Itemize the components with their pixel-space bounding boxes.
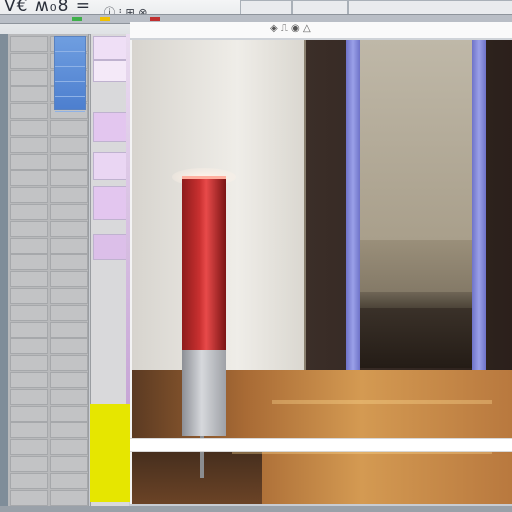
image-viewport[interactable] xyxy=(130,40,512,504)
scene-room xyxy=(354,40,474,240)
sheet-cell[interactable] xyxy=(10,136,48,153)
sheet-cell[interactable] xyxy=(10,220,48,237)
floor-plank-line xyxy=(272,400,492,404)
sheet-cell[interactable] xyxy=(10,69,48,86)
red-marker-icon xyxy=(150,17,160,21)
sheet-cell[interactable] xyxy=(50,120,88,136)
sheet-cell[interactable] xyxy=(10,439,48,456)
sheet-cell[interactable] xyxy=(50,472,88,489)
sheet-cell[interactable] xyxy=(10,288,48,304)
lamp-silver-base xyxy=(182,350,226,436)
scene-bench xyxy=(354,292,474,308)
sheet-cell[interactable] xyxy=(10,372,48,388)
sheet-cell[interactable] xyxy=(50,338,88,355)
sheet-cell[interactable] xyxy=(10,52,48,69)
sheet-cell[interactable] xyxy=(10,254,48,271)
sheet-cell[interactable] xyxy=(10,472,48,489)
selected-blue-cells[interactable] xyxy=(54,36,86,112)
sheet-cell[interactable] xyxy=(50,153,88,170)
swatch-lilac[interactable] xyxy=(93,36,127,60)
bottom-status-bar xyxy=(0,506,512,512)
sheet-cell[interactable] xyxy=(50,220,88,237)
sheet-cell[interactable] xyxy=(10,187,48,204)
viewport-header-icons[interactable]: ◈ ⎍ ◉ △ xyxy=(270,23,311,34)
sheet-cell[interactable] xyxy=(10,237,48,254)
sheet-cell[interactable] xyxy=(10,456,48,472)
sheet-cell[interactable] xyxy=(50,187,88,204)
sheet-cell[interactable] xyxy=(50,489,88,506)
sheet-cell[interactable] xyxy=(50,237,88,254)
scene-post-right xyxy=(472,40,486,416)
sheet-cell[interactable] xyxy=(10,86,48,103)
selection-guide-line[interactable] xyxy=(130,438,512,452)
swatch-violet-4[interactable] xyxy=(93,234,127,260)
swatch-violet-2[interactable] xyxy=(93,152,127,180)
sheet-cell[interactable] xyxy=(50,321,88,338)
sheet-cell[interactable] xyxy=(10,271,48,288)
sheet-cell[interactable] xyxy=(50,372,88,388)
sheet-cell[interactable] xyxy=(50,355,88,372)
sheet-cell[interactable] xyxy=(50,405,88,422)
sheet-cell[interactable] xyxy=(50,456,88,472)
yellow-marker-icon xyxy=(100,17,110,21)
sheet-cell[interactable] xyxy=(10,304,48,321)
sheet-cell[interactable] xyxy=(10,338,48,355)
sheet-cell[interactable] xyxy=(10,103,48,120)
sheet-cell[interactable] xyxy=(10,153,48,170)
sheet-cell[interactable] xyxy=(10,422,48,439)
sheet-cell[interactable] xyxy=(10,489,48,506)
swatch-violet-3[interactable] xyxy=(93,186,127,220)
scene-bench-base xyxy=(354,308,474,368)
lamp-red-shade xyxy=(182,176,226,350)
sheet-cell[interactable] xyxy=(50,439,88,456)
sheet-cell[interactable] xyxy=(10,321,48,338)
viewport-header: ◈ ⎍ ◉ △ xyxy=(130,22,512,40)
green-marker-icon xyxy=(72,17,82,21)
sheet-cell[interactable] xyxy=(50,388,88,405)
sheet-cell[interactable] xyxy=(10,388,48,405)
left-scroll-rail[interactable] xyxy=(0,34,8,512)
swatch-violet[interactable] xyxy=(93,112,127,142)
sheet-cell[interactable] xyxy=(50,304,88,321)
sheet-cell[interactable] xyxy=(10,170,48,187)
yellow-highlight-block[interactable] xyxy=(90,404,130,502)
sheet-cell[interactable] xyxy=(10,36,48,52)
sheet-cell[interactable] xyxy=(50,254,88,271)
sheet-cell[interactable] xyxy=(10,120,48,136)
sheet-cell[interactable] xyxy=(10,204,48,220)
sheet-cell[interactable] xyxy=(50,204,88,220)
sheet-cell[interactable] xyxy=(50,170,88,187)
sheet-cell[interactable] xyxy=(10,355,48,372)
swatch-light[interactable] xyxy=(93,60,127,82)
sheet-cell[interactable] xyxy=(50,288,88,304)
sheet-cell[interactable] xyxy=(50,422,88,439)
sheet-cell[interactable] xyxy=(50,271,88,288)
sheet-cell[interactable] xyxy=(10,405,48,422)
sheet-cell[interactable] xyxy=(50,136,88,153)
scene-post-left xyxy=(346,40,360,416)
